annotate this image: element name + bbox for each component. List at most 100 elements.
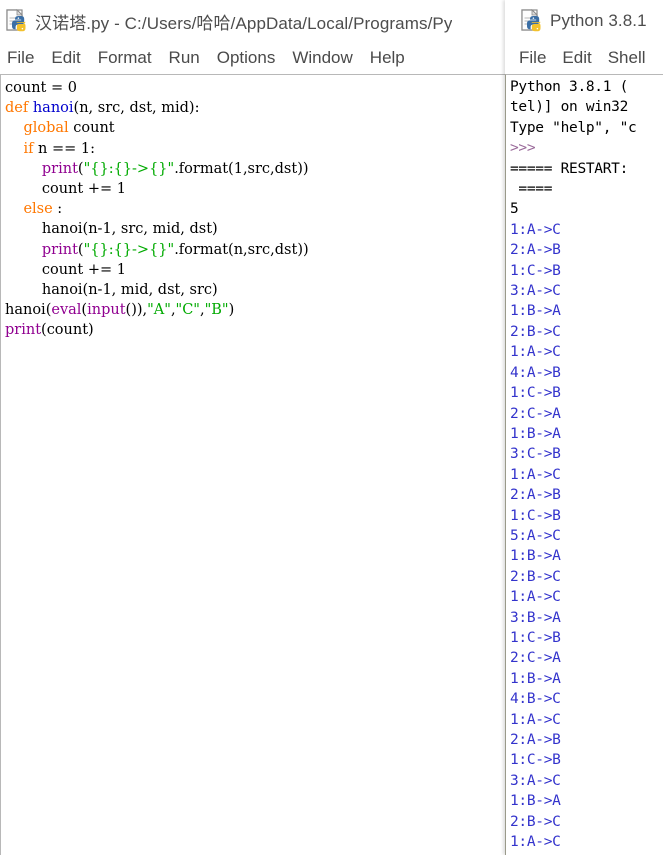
shell-line: 2:B->C: [510, 568, 561, 585]
code-token: "{}:{}->{}": [83, 241, 175, 258]
shell-line: Type "help", "c: [510, 119, 637, 136]
shell-line: 4:B->C: [510, 691, 561, 708]
shell-line: 1:B->A: [510, 548, 561, 565]
code-line: hanoi(eval(input()),"A","C","B"): [5, 300, 512, 320]
menu-format[interactable]: Format: [98, 48, 152, 68]
code-token: "B": [204, 302, 229, 319]
shell-line: 1:C->B: [510, 385, 561, 402]
shell-line: 5: [510, 201, 519, 218]
shell-line: 1:C->B: [510, 752, 561, 769]
code-token: "{}:{}->{}": [83, 160, 175, 177]
code-token: n == 1:: [33, 140, 96, 157]
menu-help[interactable]: Help: [370, 48, 405, 68]
code-line: hanoi(n-1, src, mid, dst): [5, 219, 512, 239]
code-token: (count): [41, 322, 94, 339]
menu-options[interactable]: Options: [217, 48, 276, 68]
shell-line: ====: [510, 181, 553, 198]
python-file-icon: [6, 9, 28, 33]
shell-line: 1:A->C: [510, 589, 561, 606]
shell-line: 1:A->C: [510, 466, 561, 483]
shell-text-area[interactable]: Python 3.8.1 ( tel)] on win32 Type "help",…: [505, 74, 663, 855]
shell-menu-shell[interactable]: Shell: [608, 48, 646, 68]
shell-line: 3:A->C: [510, 283, 561, 300]
shell-title-text: Python 3.8.1: [550, 11, 647, 30]
idle-shell-window[interactable]: Python 3.8.1 File Edit Shell Python 3.8.…: [505, 0, 663, 855]
code-line: global count: [5, 118, 512, 138]
code-token: hanoi: [32, 100, 74, 117]
code-token: "C": [175, 302, 200, 319]
shell-line: 3:C->B: [510, 446, 561, 463]
shell-line: 2:A->B: [510, 487, 561, 504]
code-token: hanoi(n-1, mid, dst, src): [5, 282, 218, 299]
shell-line: 2:C->A: [510, 405, 561, 422]
menu-run[interactable]: Run: [169, 48, 200, 68]
shell-line: tel)] on win32: [510, 99, 629, 116]
code-token: .format(1,src,dst)): [174, 160, 309, 177]
code-line: def hanoi(n, src, dst, mid):: [5, 98, 512, 118]
shell-line: 2:A->B: [510, 242, 561, 259]
code-token: if: [23, 140, 34, 157]
menu-window[interactable]: Window: [292, 48, 352, 68]
editor-title-text: 汉诺塔.py - C:/Users/哈哈/AppData/Local/Progr…: [35, 13, 453, 33]
code-line: count = 0: [5, 78, 512, 98]
code-token: else: [23, 201, 53, 218]
code-line: print("{}:{}->{}".format(n,src,dst)): [5, 240, 512, 260]
shell-line: 1:B->A: [510, 425, 561, 442]
shell-line: 4:A->B: [510, 364, 561, 381]
editor-titlebar[interactable]: 汉诺塔.py - C:/Users/哈哈/AppData/Local/Progr…: [0, 0, 512, 42]
idle-editor-window[interactable]: 汉诺塔.py - C:/Users/哈哈/AppData/Local/Progr…: [0, 0, 512, 855]
code-token: print: [41, 160, 78, 177]
editor-text-area[interactable]: count = 0 def hanoi(n, src, dst, mid): gl…: [0, 74, 512, 855]
code-line: print(count): [5, 320, 512, 340]
shell-line: >>>: [510, 140, 536, 157]
code-line: count += 1: [5, 260, 512, 280]
code-token: count: [68, 120, 115, 137]
code-token: ()),: [125, 302, 148, 319]
shell-line: 1:C->B: [510, 262, 561, 279]
shell-line: Python 3.8.1 (: [510, 79, 629, 95]
shell-line: ===== RESTART:: [510, 160, 629, 177]
shell-line: 1:A->C: [510, 711, 561, 728]
code-content[interactable]: count = 0 def hanoi(n, src, dst, mid): gl…: [1, 75, 512, 341]
shell-line: 1:B->A: [510, 793, 561, 810]
menu-file[interactable]: File: [7, 48, 34, 68]
shell-line: 1:A->C: [510, 344, 561, 361]
code-token: (n, src, dst, mid):: [73, 100, 200, 117]
python-shell-icon: [521, 9, 543, 33]
code-token: hanoi(n-1, src, mid, dst): [5, 221, 218, 238]
code-line: count += 1: [5, 179, 512, 199]
shell-menubar[interactable]: File Edit Shell: [505, 42, 663, 74]
code-token: "A": [147, 302, 171, 319]
shell-line: 1:A->C: [510, 221, 561, 238]
shell-line: 3:A->C: [510, 772, 561, 789]
code-token: :: [52, 201, 63, 218]
shell-menu-edit[interactable]: Edit: [562, 48, 591, 68]
code-line: print("{}:{}->{}".format(1,src,dst)): [5, 159, 512, 179]
code-token: def: [5, 100, 33, 117]
shell-line: 2:C->A: [510, 650, 561, 667]
shell-line: 1:A->C: [510, 834, 561, 851]
code-line: hanoi(n-1, mid, dst, src): [5, 280, 512, 300]
code-token: count += 1: [5, 261, 126, 278]
code-token: print: [5, 322, 42, 339]
menu-edit[interactable]: Edit: [51, 48, 80, 68]
code-line: if n == 1:: [5, 139, 512, 159]
code-token: eval: [51, 302, 82, 319]
shell-line: 3:B->A: [510, 609, 561, 626]
code-token: .format(n,src,dst)): [174, 241, 309, 258]
shell-menu-file[interactable]: File: [519, 48, 546, 68]
code-token: ): [228, 302, 235, 319]
code-token: hanoi(: [5, 302, 52, 319]
shell-content[interactable]: Python 3.8.1 ( tel)] on win32 Type "help",…: [506, 75, 663, 855]
shell-titlebar[interactable]: Python 3.8.1: [505, 0, 663, 42]
code-token: global: [23, 120, 69, 137]
shell-line: 5:A->C: [510, 527, 561, 544]
shell-line: 1:C->B: [510, 507, 561, 524]
editor-menubar[interactable]: File Edit Format Run Options Window Help: [0, 42, 512, 74]
shell-line: 2:A->B: [510, 732, 561, 748]
shell-line: 2:B->C: [510, 813, 561, 830]
